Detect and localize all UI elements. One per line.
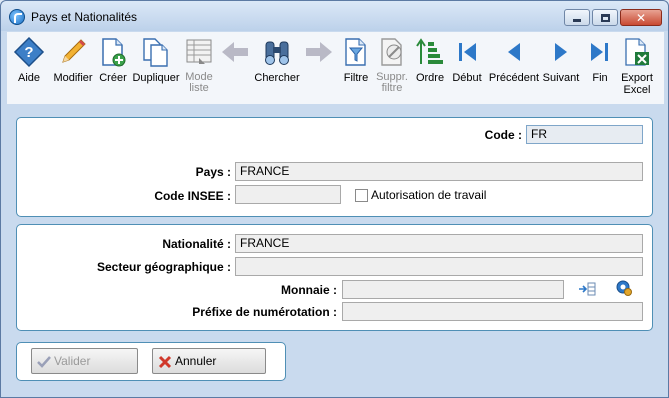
first-record-button[interactable]: Début [449,32,485,104]
list-mode-label: Mode liste [185,71,213,94]
edit-button[interactable]: Modifier [51,32,95,104]
close-window-button[interactable]: ✕ [620,9,662,26]
app-logo-icon [9,9,25,25]
new-document-icon [102,38,126,67]
next-label: Suivant [542,72,580,84]
remove-filter-button[interactable]: Suppr. filtre [373,32,411,104]
search-label: Chercher [254,72,300,84]
help-label: Aide [17,72,41,84]
nationalite-label: Nationalité : [162,237,231,251]
next-icon [555,43,567,61]
remove-filter-icon [381,38,402,66]
next-button[interactable]: Suivant [541,32,581,104]
export-excel-label: Export Excel [621,72,653,96]
help-button[interactable]: ? Aide [9,32,49,104]
validate-button[interactable]: Valider [31,348,138,374]
monnaie-label: Monnaie : [281,283,337,297]
minimize-button[interactable] [564,9,590,26]
previous-icon [508,43,520,61]
edit-label: Modifier [53,72,93,84]
previous-button[interactable]: Précédent [487,32,541,104]
export-excel-button[interactable]: Export Excel [617,32,657,104]
filter-button[interactable]: Filtre [339,32,373,104]
cancel-label: Annuler [175,354,217,368]
cancel-icon [158,355,172,369]
select-list-icon[interactable] [578,280,596,298]
arrow-right-icon [306,42,332,62]
previous-label: Précédent [488,72,540,84]
details-panel: Nationalité : FRANCE Secteur géographiqu… [16,224,653,331]
forward-arrow-button[interactable] [303,32,335,104]
maximize-icon [600,13,610,22]
app-window: Pays et Nationalités ✕ ? Aide Modifier C… [0,0,669,398]
last-record-icon [591,43,608,61]
prefixe-input[interactable] [342,302,643,321]
pays-input[interactable]: FRANCE [235,162,643,181]
autorisation-label: Autorisation de travail [371,188,487,202]
sort-order-button[interactable]: Ordre [413,32,447,104]
duplicate-button[interactable]: Dupliquer [131,32,181,104]
insee-label: Code INSEE : [154,189,231,203]
create-button[interactable]: Créer [95,32,131,104]
pays-label: Pays : [195,165,231,179]
filter-label: Filtre [343,72,369,84]
help-icon: ? [13,36,45,68]
list-mode-button[interactable]: Mode liste [181,32,217,104]
binoculars-icon [265,41,289,65]
title-bar: Pays et Nationalités ✕ [1,1,668,31]
sort-order-label: Ordre [415,72,445,84]
first-record-icon [459,43,476,61]
first-record-label: Début [452,72,482,84]
code-label: Code : [484,128,522,142]
filter-icon [345,38,366,66]
validate-label: Valider [54,354,91,368]
pencil-icon [62,39,86,63]
prefixe-label: Préfixe de numérotation : [192,305,337,319]
nationalite-input[interactable]: FRANCE [235,234,643,253]
arrow-left-icon [222,42,248,62]
svg-text:?: ? [24,44,33,61]
window-title: Pays et Nationalités [31,10,138,24]
secteur-input[interactable] [235,257,643,276]
close-icon: ✕ [635,10,647,25]
last-record-button[interactable]: Fin [583,32,617,104]
search-button[interactable]: Chercher [251,32,303,104]
checkmark-icon [37,356,51,368]
monnaie-input[interactable] [342,280,564,299]
excel-export-icon [625,38,649,66]
identity-panel: Code : FR Pays : FRANCE Code INSEE : Aut… [16,117,653,217]
maximize-button[interactable] [592,9,618,26]
secteur-label: Secteur géographique : [96,260,231,274]
sort-order-icon [416,38,443,64]
autorisation-checkbox[interactable] [355,189,368,202]
create-label: Créer [99,72,127,84]
back-arrow-button[interactable] [219,32,251,104]
minimize-icon [573,19,581,22]
duplicate-label: Dupliquer [132,72,180,84]
last-record-label: Fin [592,72,608,84]
toolbar: ? Aide Modifier Créer Dupliquer Mode lis… [7,32,664,104]
list-mode-icon [186,39,212,64]
duplicate-icon [143,38,168,67]
cancel-button[interactable]: Annuler [152,348,266,374]
action-panel: Valider Annuler [16,342,286,381]
code-input[interactable]: FR [526,125,643,144]
settings-gear-icon[interactable] [615,279,633,297]
insee-input[interactable] [235,185,341,204]
remove-filter-label: Suppr. filtre [376,71,408,94]
